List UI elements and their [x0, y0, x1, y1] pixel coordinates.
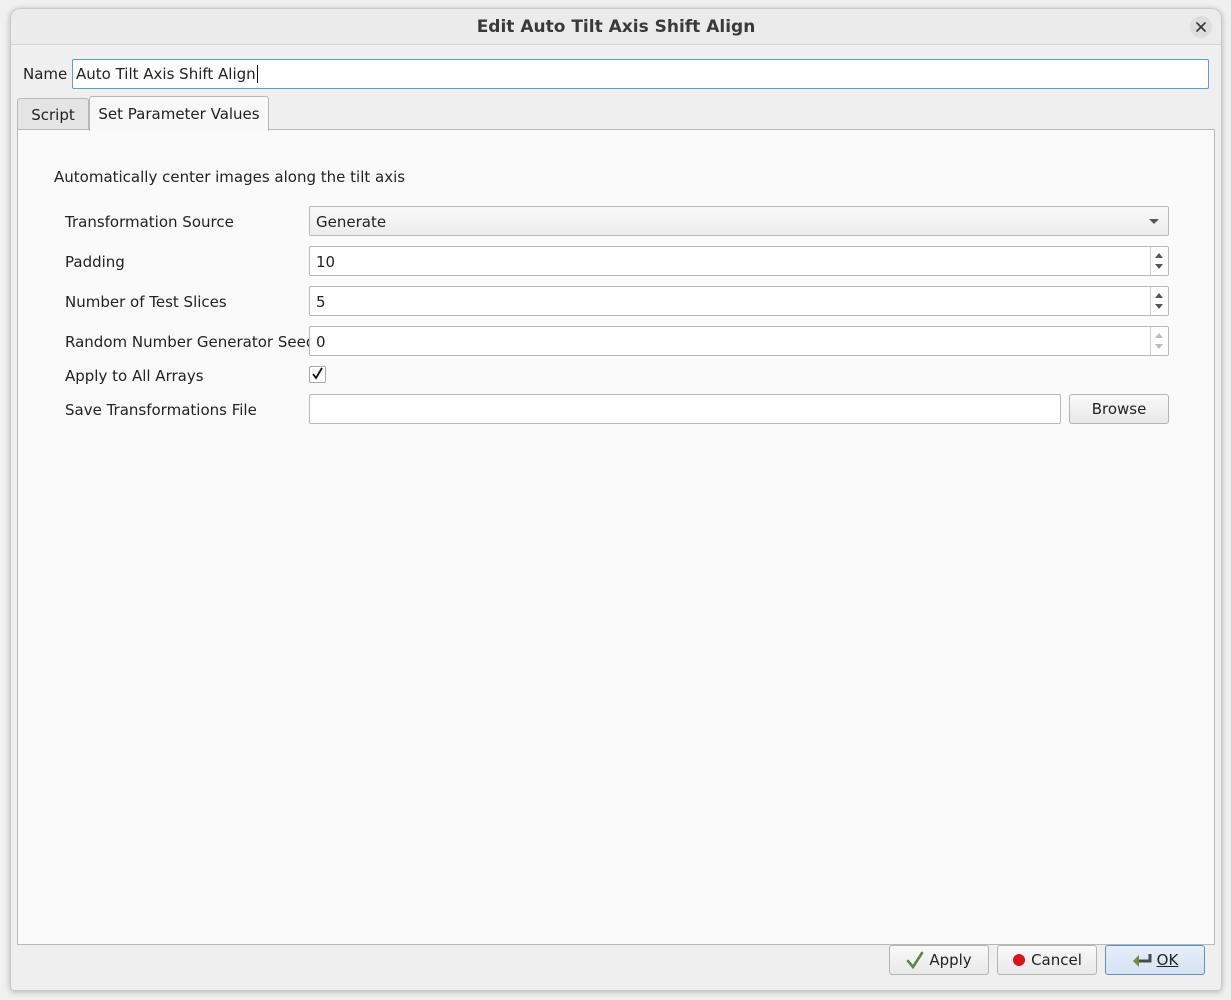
spin-down-icon[interactable]: [1155, 344, 1163, 349]
name-input[interactable]: Auto Tilt Axis Shift Align: [72, 59, 1209, 89]
seed-value: 0: [316, 333, 326, 351]
close-icon: [1196, 18, 1206, 36]
browse-button-label: Browse: [1091, 400, 1147, 418]
title-bar[interactable]: Edit Auto Tilt Axis Shift Align: [11, 9, 1221, 45]
tab-set-parameter-values-label: Set Parameter Values: [98, 105, 260, 123]
test-slices-stepper[interactable]: [1150, 287, 1168, 315]
parameters-panel: Automatically center images along the ti…: [17, 129, 1215, 945]
tab-set-parameter-values[interactable]: Set Parameter Values: [89, 96, 269, 131]
spin-up-icon[interactable]: [1155, 293, 1163, 298]
seed-label: Random Number Generator Seed: [65, 333, 316, 351]
padding-spinbox[interactable]: 10: [309, 246, 1169, 276]
padding-value: 10: [316, 253, 336, 271]
test-slices-value: 5: [316, 293, 326, 311]
red-dot-icon: [1012, 953, 1026, 967]
spin-up-icon[interactable]: [1155, 253, 1163, 258]
apply-button[interactable]: Apply: [889, 945, 989, 975]
spin-down-icon[interactable]: [1155, 304, 1163, 309]
tab-script-label: Script: [31, 106, 75, 124]
ok-button-label: OK: [1156, 951, 1179, 969]
dialog-window: Edit Auto Tilt Axis Shift Align Name Aut…: [10, 8, 1222, 991]
return-arrow-icon: [1132, 952, 1152, 968]
cancel-button-label: Cancel: [1031, 951, 1082, 969]
close-button[interactable]: [1190, 16, 1212, 38]
transformation-source-label: Transformation Source: [65, 213, 234, 231]
operator-description: Automatically center images along the ti…: [54, 168, 406, 186]
save-file-input[interactable]: [309, 394, 1061, 424]
spin-down-icon[interactable]: [1155, 264, 1163, 269]
padding-label: Padding: [65, 253, 125, 271]
test-slices-spinbox[interactable]: 5: [309, 286, 1169, 316]
name-input-value: Auto Tilt Axis Shift Align: [76, 65, 256, 83]
window-title: Edit Auto Tilt Axis Shift Align: [476, 17, 756, 37]
padding-stepper[interactable]: [1150, 247, 1168, 275]
checkmark-icon: [906, 951, 924, 969]
tab-script[interactable]: Script: [17, 98, 89, 131]
apply-button-label: Apply: [929, 951, 972, 969]
browse-button[interactable]: Browse: [1069, 394, 1169, 424]
seed-spinbox[interactable]: 0: [309, 326, 1169, 356]
apply-all-checkbox[interactable]: [309, 366, 326, 383]
seed-stepper[interactable]: [1150, 327, 1168, 355]
chevron-down-icon: [1149, 219, 1159, 224]
cancel-button[interactable]: Cancel: [997, 945, 1097, 975]
save-file-label: Save Transformations File: [65, 401, 257, 419]
ok-button[interactable]: OK: [1105, 945, 1205, 975]
checkmark-icon: [311, 366, 324, 384]
transformation-source-value: Generate: [316, 213, 387, 231]
spin-up-icon[interactable]: [1155, 333, 1163, 338]
test-slices-label: Number of Test Slices: [65, 293, 227, 311]
transformation-source-select[interactable]: Generate: [309, 206, 1169, 236]
name-label: Name: [23, 65, 68, 83]
text-caret: [256, 65, 258, 83]
apply-all-label: Apply to All Arrays: [65, 367, 204, 385]
